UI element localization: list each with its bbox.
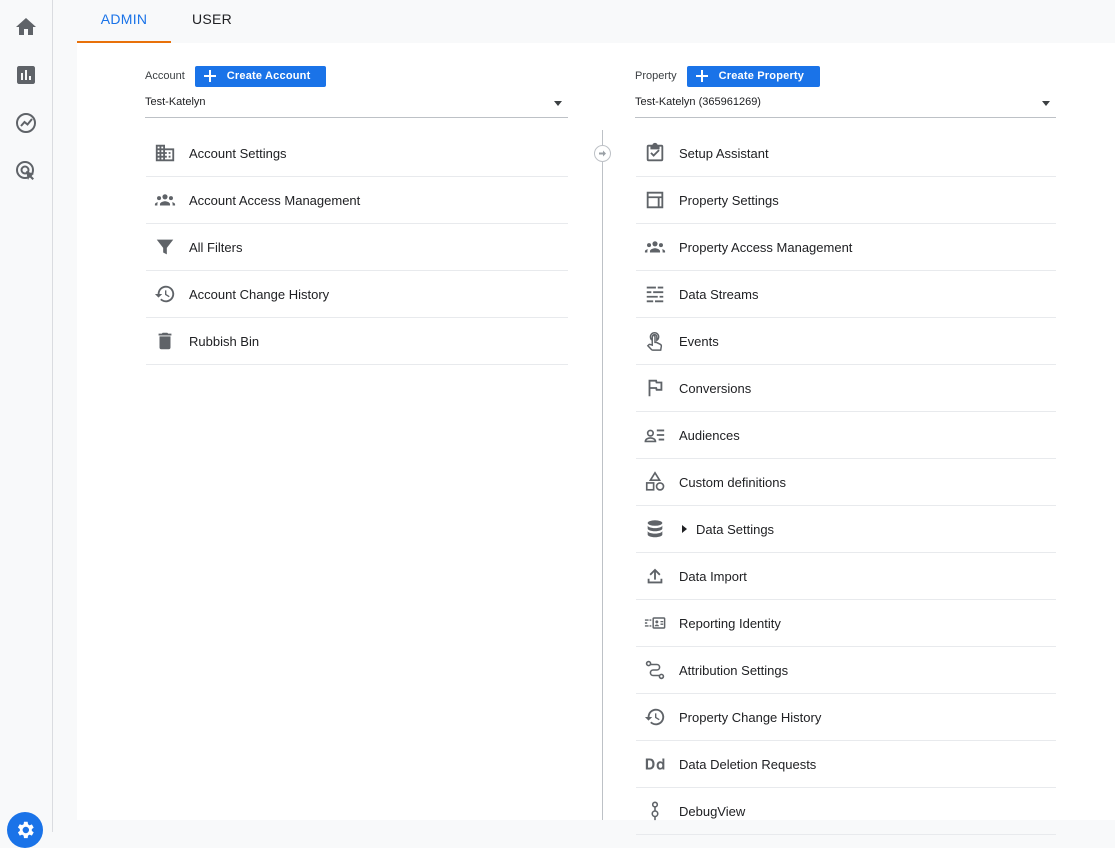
left-nav-rail <box>0 0 53 848</box>
history-icon <box>153 282 177 306</box>
account-item-label: Account Access Management <box>189 192 361 208</box>
layout-icon <box>643 188 667 212</box>
admin-settings-gear-icon[interactable] <box>7 812 43 848</box>
property-item-label: Data Deletion Requests <box>679 756 817 772</box>
trash-icon <box>153 329 177 353</box>
property-item-label: Events <box>679 333 719 349</box>
streams-icon <box>643 282 667 306</box>
property-selected-value: Test-Katelyn (365961269) <box>635 96 761 108</box>
property-item-label: Data Streams <box>679 286 759 302</box>
dropdown-caret-icon <box>1042 101 1050 106</box>
account-item-all-filters[interactable]: All Filters <box>146 224 568 271</box>
plus-icon <box>203 70 216 82</box>
column-divider <box>602 130 603 820</box>
property-item-debugview[interactable]: DebugView <box>636 788 1056 835</box>
explore-icon[interactable] <box>14 111 38 135</box>
debug-icon <box>643 799 667 823</box>
property-selector[interactable]: Test-Katelyn (365961269) <box>635 96 1056 118</box>
checklist-icon <box>643 141 667 165</box>
property-item-property-settings[interactable]: Property Settings <box>636 177 1056 224</box>
property-item-label: Property Settings <box>679 192 779 208</box>
account-header: Account Create Account <box>145 65 327 87</box>
account-item-label: All Filters <box>189 239 243 255</box>
identity-icon <box>643 611 667 635</box>
property-item-audiences[interactable]: Audiences <box>636 412 1056 459</box>
expand-arrow-icon[interactable] <box>682 525 687 533</box>
account-selected-value: Test-Katelyn <box>145 96 206 108</box>
property-menu-list: Setup Assistant Property Settings Proper… <box>636 130 1056 835</box>
property-item-label: DebugView <box>679 803 746 819</box>
database-icon <box>643 517 667 541</box>
people-icon <box>643 235 667 259</box>
property-item-data-deletion-requests[interactable]: Data Deletion Requests <box>636 741 1056 788</box>
admin-panel: Account Create Account Test-Katelyn Acco… <box>77 43 1115 835</box>
account-property-link-icon <box>594 145 611 162</box>
property-item-label: Custom definitions <box>679 474 786 490</box>
property-item-custom-definitions[interactable]: Custom definitions <box>636 459 1056 506</box>
audience-icon <box>643 423 667 447</box>
attribution-icon <box>643 658 667 682</box>
property-item-change-history[interactable]: Property Change History <box>636 694 1056 741</box>
create-property-label: Create Property <box>718 70 805 82</box>
property-item-access-management[interactable]: Property Access Management <box>636 224 1056 271</box>
people-icon <box>153 188 177 212</box>
account-menu-list: Account Settings Account Access Manageme… <box>146 130 568 365</box>
property-item-data-import[interactable]: Data Import <box>636 553 1056 600</box>
property-item-label: Attribution Settings <box>679 662 789 678</box>
touch-icon <box>643 329 667 353</box>
property-item-label: Audiences <box>679 427 740 443</box>
account-item-change-history[interactable]: Account Change History <box>146 271 568 318</box>
property-header: Property Create Property <box>635 65 821 87</box>
flag-icon <box>643 376 667 400</box>
tab-user[interactable]: USER <box>171 0 253 41</box>
shapes-icon <box>643 470 667 494</box>
reports-icon[interactable] <box>14 63 38 87</box>
plus-icon <box>695 70 708 82</box>
create-account-button[interactable]: Create Account <box>194 65 327 87</box>
property-item-attribution-settings[interactable]: Attribution Settings <box>636 647 1056 694</box>
tab-admin[interactable]: ADMIN <box>77 0 171 43</box>
property-item-label: Property Access Management <box>679 239 853 255</box>
property-item-label: Setup Assistant <box>679 145 769 161</box>
history-icon <box>643 705 667 729</box>
property-label: Property <box>635 70 677 82</box>
property-item-data-streams[interactable]: Data Streams <box>636 271 1056 318</box>
create-account-label: Create Account <box>226 70 311 82</box>
filter-icon <box>153 235 177 259</box>
account-item-rubbish-bin[interactable]: Rubbish Bin <box>146 318 568 365</box>
home-icon[interactable] <box>14 15 38 39</box>
create-property-button[interactable]: Create Property <box>686 65 821 87</box>
account-item-settings[interactable]: Account Settings <box>146 130 568 177</box>
account-label: Account <box>145 70 185 82</box>
account-selector[interactable]: Test-Katelyn <box>145 96 568 118</box>
property-item-label: Data Import <box>679 568 747 584</box>
dropdown-caret-icon <box>554 101 562 106</box>
property-item-setup-assistant[interactable]: Setup Assistant <box>636 130 1056 177</box>
account-item-access-management[interactable]: Account Access Management <box>146 177 568 224</box>
property-item-events[interactable]: Events <box>636 318 1056 365</box>
property-item-label: Reporting Identity <box>679 615 781 631</box>
account-item-label: Account Settings <box>189 145 287 161</box>
dd-icon <box>643 752 667 776</box>
property-item-reporting-identity[interactable]: Reporting Identity <box>636 600 1056 647</box>
property-item-label: Property Change History <box>679 709 822 725</box>
advertising-icon[interactable] <box>14 159 38 183</box>
building-icon <box>153 141 177 165</box>
property-item-data-settings[interactable]: Data Settings <box>636 506 1056 553</box>
upload-icon <box>643 564 667 588</box>
property-item-label: Data Settings <box>696 521 775 537</box>
account-item-label: Account Change History <box>189 286 330 302</box>
account-item-label: Rubbish Bin <box>189 333 260 349</box>
property-item-conversions[interactable]: Conversions <box>636 365 1056 412</box>
property-item-label: Conversions <box>679 380 752 396</box>
